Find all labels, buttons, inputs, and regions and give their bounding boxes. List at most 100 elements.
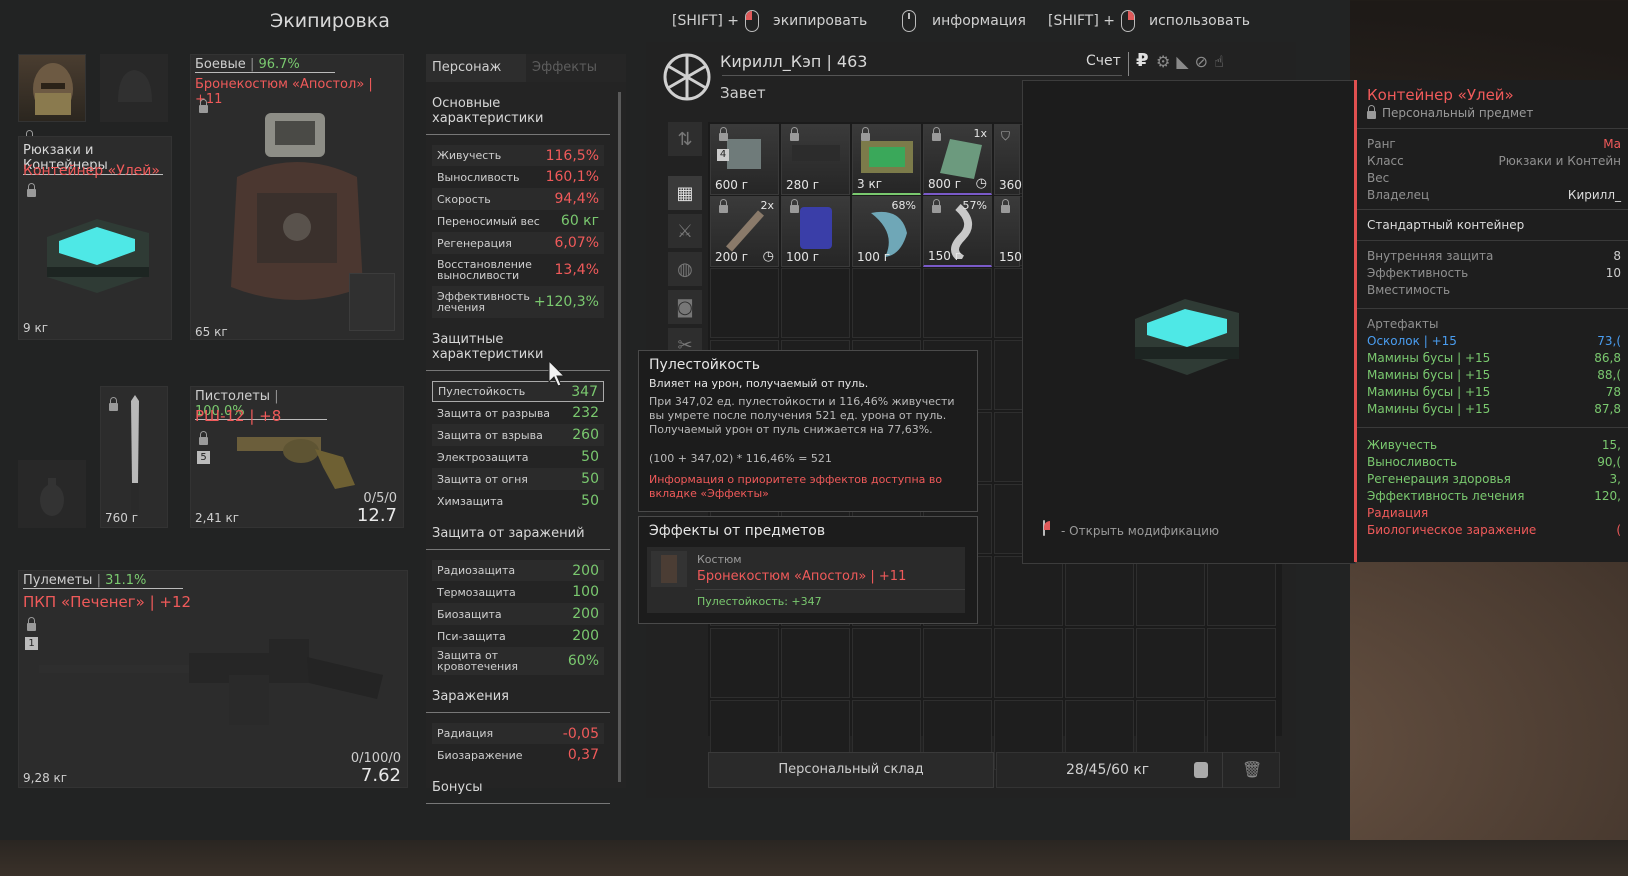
ruble-icon[interactable]: ₽ xyxy=(1136,50,1149,71)
inventory-item[interactable]: 280 г xyxy=(781,124,850,195)
background-strip xyxy=(0,840,1628,876)
grid-tab-icon[interactable]: ▦ xyxy=(668,176,702,210)
pistol-slot[interactable]: Пистолеты | 100.0% РШ-12 | +8 5 0/5/0 12… xyxy=(190,386,404,528)
trash-icon[interactable]: 🗑 xyxy=(1242,760,1262,779)
grid-cell[interactable] xyxy=(781,628,850,698)
pistol-caliber: 12.7 xyxy=(356,505,397,526)
artifact-row[interactable]: Мамины бусы | +15 88,( xyxy=(1357,366,1628,383)
stat-tooltip: Пулестойкость Влияет на урон, получаемый… xyxy=(638,350,978,512)
grid-cell[interactable] xyxy=(1207,628,1276,698)
armor-slot[interactable]: Боевые | 96.7% Бронекостюм «Апостол» | +… xyxy=(190,54,404,340)
camera-tab-icon[interactable]: ◙ xyxy=(668,290,702,324)
grid-cell[interactable] xyxy=(923,628,992,698)
thumb-up-icon[interactable]: ☝ xyxy=(1214,52,1224,71)
stat-row: Эффективность лечения +120,3% xyxy=(432,286,604,318)
backpack-icon[interactable] xyxy=(1194,762,1208,778)
main-stats-list: Живучесть 116,5% Выносливость 160,1% Скоро… xyxy=(426,145,626,318)
personal-storage-button[interactable]: Персональный склад xyxy=(708,752,994,788)
grid-cell[interactable] xyxy=(852,268,921,338)
inventory-item[interactable]: 2x 200 г ◷ xyxy=(710,196,779,267)
armor-suit-thumb xyxy=(661,555,677,583)
grid-cell[interactable] xyxy=(1065,628,1134,698)
stat-row[interactable]: Пси-защита 200 xyxy=(432,625,604,647)
inventory-item[interactable]: 4 600 г xyxy=(710,124,779,195)
mouse-right-icon xyxy=(1121,10,1136,32)
clock-icon: ◷ xyxy=(975,176,987,191)
effect-divider xyxy=(695,589,965,590)
stat-row[interactable]: Защита от разрыва 232 xyxy=(432,402,604,424)
info-prop-row: Вес xyxy=(1367,170,1390,185)
grid-cell[interactable] xyxy=(1136,628,1205,698)
tab-character[interactable]: Персонаж xyxy=(426,54,526,82)
shift-prefix: [SHIFT] + xyxy=(1048,13,1116,29)
inventory-item[interactable]: 3 кг xyxy=(852,124,921,195)
mg-name: ПКП «Печенег» | +12 xyxy=(23,593,192,611)
grid-cell[interactable] xyxy=(1136,556,1205,626)
grid-cell[interactable] xyxy=(994,628,1063,698)
artifact-row[interactable]: Мамины бусы | +15 87,8 xyxy=(1357,400,1628,417)
grid-cell[interactable] xyxy=(1065,556,1134,626)
contamination-title: Заражения xyxy=(426,689,610,713)
info-hint: информация xyxy=(902,10,1026,32)
stat-row: Регенерация 6,07% xyxy=(432,232,604,254)
clock-icon: ◷ xyxy=(762,249,774,264)
backpack-weight: 9 кг xyxy=(23,321,49,335)
stat-row[interactable]: Радиация -0,05 xyxy=(432,723,604,744)
helmet-slot[interactable] xyxy=(100,54,168,122)
stat-row[interactable]: Радиозащита 200 xyxy=(432,560,604,581)
armor-mod-slot[interactable] xyxy=(349,273,395,331)
tab-effects[interactable]: Эффекты xyxy=(526,54,626,82)
mouse-left-icon xyxy=(745,10,760,32)
gear-icon[interactable]: ⚙ xyxy=(1156,52,1170,71)
inventory-item[interactable]: 68% 100 г xyxy=(852,196,921,267)
stat-row[interactable]: Электрозащита 50 xyxy=(432,446,604,468)
inventory-item[interactable]: ⛉ 360 xyxy=(994,124,1022,195)
knife-tab-icon[interactable]: ⚔ xyxy=(668,214,702,248)
artifact-row[interactable]: Мамины бусы | +15 78 xyxy=(1357,383,1628,400)
stat-row[interactable]: Термозащита 100 xyxy=(432,581,604,603)
grid-cell[interactable] xyxy=(710,628,779,698)
lock-icon xyxy=(932,199,941,213)
grenade-slot[interactable] xyxy=(18,460,86,528)
lock-icon xyxy=(199,431,208,445)
stat-row[interactable]: Защита от взрыва 260 xyxy=(432,424,604,446)
no-entry-icon[interactable]: ⊘ xyxy=(1195,52,1208,71)
grid-cell[interactable] xyxy=(852,628,921,698)
stat-row[interactable]: Химзащита 50 xyxy=(432,490,604,512)
inventory-item[interactable]: 1x 800 г ◷ xyxy=(923,124,992,195)
stats-scrollbar[interactable] xyxy=(618,92,621,782)
inventory-item[interactable]: 57% 150 г xyxy=(923,196,992,267)
item-stack: 2x xyxy=(760,199,774,212)
grid-cell[interactable] xyxy=(994,556,1063,626)
machinegun-slot[interactable]: Пулеметы | 31.1% ПКП «Печенег» | +12 1 0… xyxy=(18,570,408,788)
faction-emblem-icon xyxy=(663,53,711,101)
stat-row[interactable]: Защита от огня 50 xyxy=(432,468,604,490)
mg-category: Пулеметы xyxy=(23,573,93,588)
effect-row: Эффективность лечения 120, xyxy=(1367,488,1621,503)
character-portrait[interactable] xyxy=(18,54,86,144)
grid-cell[interactable] xyxy=(710,268,779,338)
melee-slot[interactable]: 760 г xyxy=(100,386,168,528)
stat-row[interactable]: Биозаражение 0,37 xyxy=(432,744,604,766)
open-mod-hint[interactable]: - Открыть модификацию xyxy=(1061,524,1219,538)
artifact-row[interactable]: Осколок | +15 73,( xyxy=(1357,332,1628,349)
grid-cell[interactable] xyxy=(1207,556,1276,626)
grid-cell[interactable] xyxy=(923,268,992,338)
item-price: 280 г xyxy=(786,178,820,192)
sort-tab-icon[interactable]: ⇅ xyxy=(668,122,702,156)
inventory-item[interactable]: 100 г xyxy=(781,196,850,267)
artifact-row[interactable]: Мамины бусы | +15 86,8 xyxy=(1357,349,1628,366)
boot-icon[interactable]: ◣ xyxy=(1176,52,1188,71)
armor-category: Боевые xyxy=(195,57,246,72)
stat-row-selected[interactable]: Пулестойкость 347 xyxy=(432,381,604,402)
stat-row[interactable]: Защита от кровотечения 60% xyxy=(432,647,604,675)
tooltip-formula: (100 + 347,02) * 116,46% = 521 xyxy=(649,452,832,465)
globe-tab-icon[interactable]: ◍ xyxy=(668,252,702,286)
stat-row[interactable]: Биозащита 200 xyxy=(432,603,604,625)
inventory-item[interactable]: 150 xyxy=(994,196,1022,267)
grid-cell[interactable] xyxy=(781,268,850,338)
use-hint: [SHIFT] + использовать xyxy=(1048,10,1250,32)
backpack-slot[interactable]: Рюкзаки и Контейнеры Контейнер «Улей» 9 … xyxy=(18,136,172,340)
equip-hint: [SHIFT] + экипировать xyxy=(672,10,867,32)
stat-row: Живучесть 116,5% xyxy=(432,145,604,166)
